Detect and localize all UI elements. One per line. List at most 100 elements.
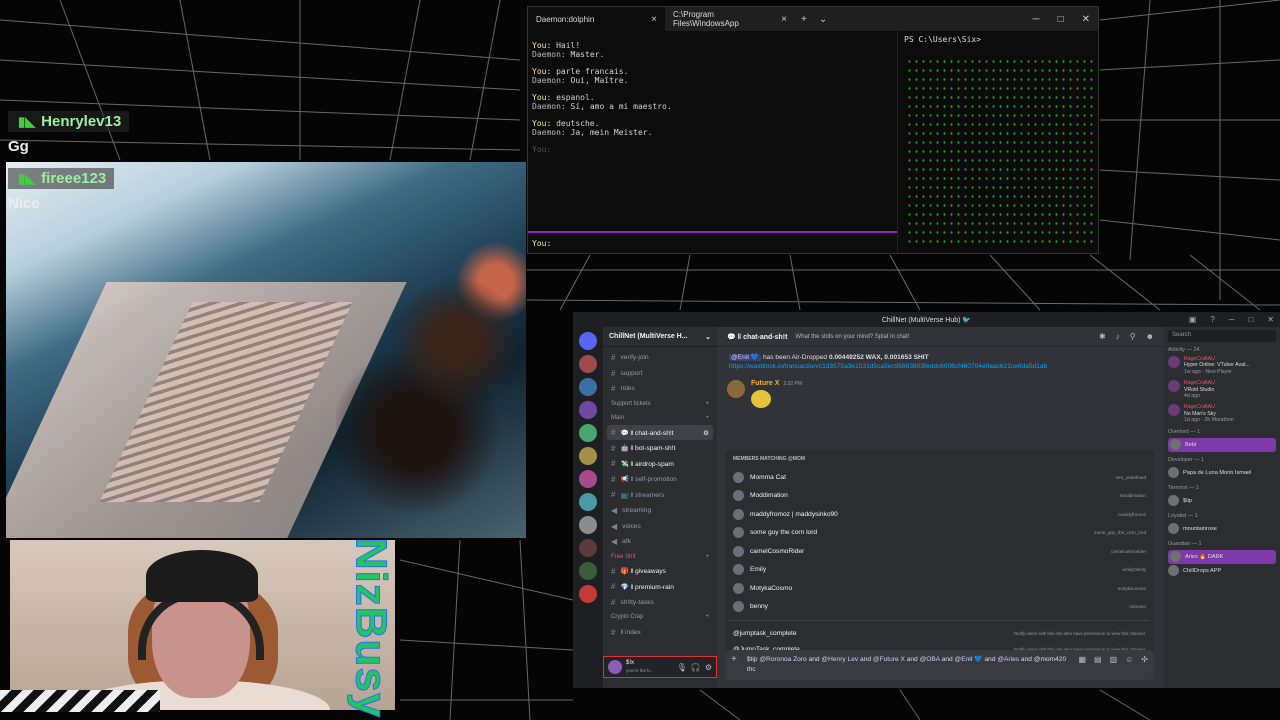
channel-item[interactable]: # 📺 ‖ streamers	[603, 487, 717, 503]
member-item[interactable]: $tip	[1168, 494, 1276, 508]
category-support[interactable]: Support tickets +	[603, 397, 717, 411]
add-channel-icon[interactable]: +	[705, 415, 709, 421]
terminal-pane-daemon[interactable]: You: Hail! Daemon: Master. You: parle fr…	[528, 31, 898, 253]
close-window-icon[interactable]: ✕	[1082, 14, 1090, 25]
channel-item[interactable]: # 💎 ‖ premium-rain	[603, 579, 717, 595]
minimize-icon[interactable]: ─	[1229, 315, 1235, 324]
category-crypto[interactable]: Crypto Crap +	[603, 610, 717, 624]
add-channel-icon[interactable]: +	[705, 614, 709, 620]
terminal-tab-daemon[interactable]: Daemon:dolphin ×	[528, 7, 665, 31]
server-icon[interactable]	[579, 562, 597, 580]
channel-item[interactable]: # verify-join	[603, 350, 717, 366]
autocomplete-member[interactable]: maddyfromoz | maddysinko90 maddyfromoz	[729, 505, 1150, 524]
avatar[interactable]	[727, 380, 745, 398]
members-icon[interactable]: ☻	[1146, 332, 1154, 341]
server-icon[interactable]	[579, 378, 597, 396]
member-item[interactable]: ChillDrops APP	[1168, 564, 1276, 578]
discord-window: ChillNet (MultiVerse Hub) 🐦 ▣ ? ─ □ ✕ Ch…	[573, 312, 1280, 688]
channel-item-active[interactable]: # 💬 ‖ chat-and-sh!t ⚙	[607, 424, 713, 441]
autocomplete-member[interactable]: camelCosmoRider camelcosmorider	[729, 542, 1150, 561]
category-free[interactable]: Free Sh!t +	[603, 550, 717, 564]
channel-item[interactable]: # 💸 ‖ airdrop-spam	[603, 456, 717, 472]
maximize-icon[interactable]: □	[1058, 14, 1064, 25]
channel-item[interactable]: # roles	[603, 381, 717, 397]
autocomplete-member[interactable]: some guy the corn lord some_guy_the_corn_…	[729, 524, 1150, 543]
channel-item[interactable]: # sh!tty-tasks	[603, 595, 717, 611]
autocomplete-member[interactable]: MotykaCosmo motykacosmo	[729, 579, 1150, 598]
autocomplete-role[interactable]: @jumptask_complete Notify users with this…	[729, 625, 1150, 642]
autocomplete-member[interactable]: Momma Cat mm_undefined	[729, 468, 1150, 487]
member-name: Papa de Luna Morin Ismael	[1183, 469, 1252, 476]
channel-topic[interactable]: What the shits on your mind? Splat in ch…	[795, 334, 909, 340]
help-icon[interactable]: ?	[1210, 315, 1214, 324]
kick-icon: ▮◣	[18, 170, 36, 186]
close-icon[interactable]: ×	[781, 14, 787, 25]
terminal-input[interactable]: You:	[528, 231, 897, 253]
gear-icon[interactable]: ⚙	[703, 429, 709, 437]
terminal-pane-powershell[interactable]: PS C:\Users\Six>	[900, 31, 1098, 253]
add-attachment-icon[interactable]: +	[731, 655, 737, 665]
server-icon[interactable]	[579, 470, 597, 488]
server-icon[interactable]	[579, 355, 597, 373]
apps-icon[interactable]: ✣	[1141, 655, 1148, 664]
bell-icon[interactable]: ♪	[1116, 332, 1120, 341]
server-icon[interactable]	[579, 424, 597, 442]
new-tab-button[interactable]: +	[795, 14, 813, 25]
member-item[interactable]: mountainrose	[1168, 522, 1276, 536]
channel-item[interactable]: ◀ afk	[603, 534, 717, 550]
category-main[interactable]: Main +	[603, 411, 717, 425]
activity-card[interactable]: RageCraftAU VRoid Studio 4d ago	[1168, 380, 1276, 399]
tab-dropdown-icon[interactable]: ⌄	[813, 14, 833, 25]
channel-item[interactable]: ◀ streaming	[603, 503, 717, 519]
server-icon[interactable]	[579, 539, 597, 557]
gift-icon[interactable]: ▦	[1078, 655, 1086, 664]
microphone-icon[interactable]: 🎙	[677, 663, 687, 672]
server-icon[interactable]	[579, 585, 597, 603]
member-item[interactable]: Aries 🔥 DARK	[1168, 549, 1276, 564]
channel-item[interactable]: # 🤖 ‖ bot-spam-sh!t	[603, 440, 717, 456]
message-author[interactable]: Future X	[751, 380, 779, 387]
terminal-tab-powershell[interactable]: C:\Program Files\WindowsApp ×	[665, 7, 795, 31]
message-composer[interactable]: + $tip @Roronoa Zoro and @Henry Lev and …	[725, 650, 1154, 680]
channel-item[interactable]: # 🎁 ‖ giveaways	[603, 564, 717, 580]
maximize-icon[interactable]: □	[1248, 315, 1253, 324]
headphones-icon[interactable]: 🎧	[691, 663, 701, 672]
autocomplete-member[interactable]: benny rianomo	[729, 598, 1150, 617]
line-speaker: You:	[532, 93, 552, 102]
line-speaker: You:	[532, 119, 552, 128]
activity-card[interactable]: RageCraftAU No Man's Sky 1d ago · 2h Marat…	[1168, 404, 1276, 423]
emoji-icon[interactable]: ☺	[1125, 655, 1133, 664]
channel-item[interactable]: ◀ voices	[603, 518, 717, 534]
gear-icon[interactable]: ⚙	[705, 663, 712, 672]
threads-icon[interactable]: ✱	[1099, 332, 1106, 341]
activity-card[interactable]: RageCraftAU Hyper Online: VTuber Avat... 1…	[1168, 356, 1276, 375]
user-mention[interactable]: @Enit 💙	[729, 354, 762, 361]
pin-icon[interactable]: ⚲	[1130, 332, 1136, 341]
discord-home-icon[interactable]	[579, 332, 597, 350]
sticker-icon[interactable]: ▧	[1110, 655, 1118, 664]
channel-item[interactable]: # 📢 ‖ self-promotion	[603, 472, 717, 488]
message-input[interactable]: $tip @Roronoa Zoro and @Henry Lev and @F…	[747, 655, 1069, 675]
server-icon[interactable]	[579, 401, 597, 419]
add-channel-icon[interactable]: +	[705, 554, 709, 560]
transaction-link[interactable]: https://waxblock.io/transaction/c1d3575a…	[729, 363, 1152, 370]
avatar[interactable]	[608, 660, 622, 674]
close-window-icon[interactable]: ✕	[1267, 315, 1274, 324]
server-icon[interactable]	[579, 447, 597, 465]
autocomplete-member[interactable]: Moddimation moddimation	[729, 487, 1150, 506]
server-icon[interactable]	[579, 516, 597, 534]
member-item[interactable]: Papa de Luna Morin Ismael	[1168, 466, 1276, 480]
composer-mention: @Roronoa Zoro	[759, 656, 807, 663]
server-icon[interactable]	[579, 493, 597, 511]
server-name-header[interactable]: ChillNet (MultiVerse H... ⌄	[603, 327, 717, 347]
channel-item[interactable]: # support	[603, 366, 717, 382]
close-icon[interactable]: ×	[651, 14, 657, 25]
search-input[interactable]: Search	[1168, 330, 1276, 342]
gif-icon[interactable]: ▤	[1094, 655, 1102, 664]
add-channel-icon[interactable]: +	[705, 401, 709, 407]
channel-item[interactable]: # ‖ index	[603, 624, 717, 640]
member-item[interactable]: Bebi	[1168, 437, 1276, 452]
autocomplete-member[interactable]: Emily emilyOwnly	[729, 561, 1150, 580]
minimize-icon[interactable]: ─	[1032, 14, 1039, 25]
inbox-icon[interactable]: ▣	[1189, 315, 1197, 324]
